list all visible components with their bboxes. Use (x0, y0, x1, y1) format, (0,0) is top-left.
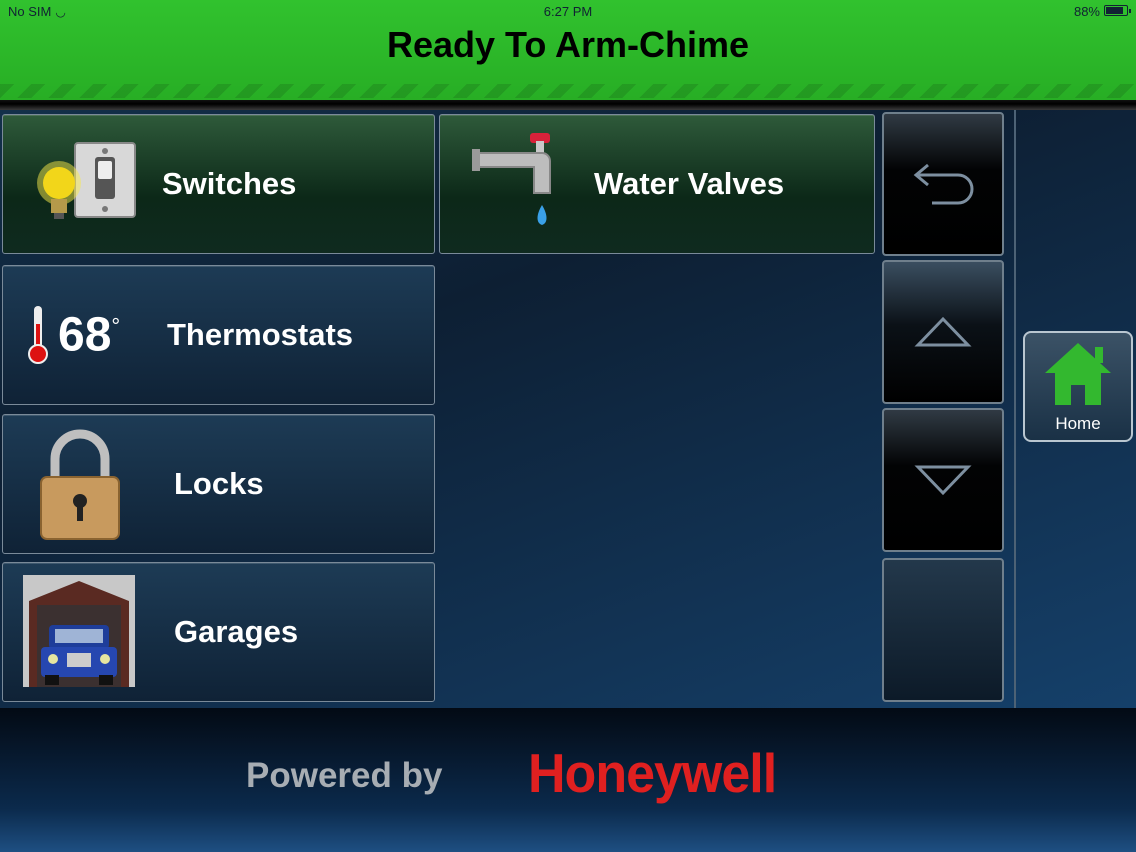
up-triangle-icon (914, 316, 972, 347)
tile-label-switches: Switches (162, 166, 297, 201)
tile-switches[interactable]: Switches (2, 114, 435, 254)
scroll-down-button[interactable] (882, 408, 1004, 552)
status-time: 6:27 PM (543, 4, 593, 19)
main-panel: Switches 68° Thermostats Locks Garages W… (0, 110, 1136, 708)
scroll-up-button[interactable] (882, 260, 1004, 404)
tile-label-thermostats: Thermostats (167, 317, 354, 352)
padlock-icon (40, 429, 120, 540)
back-button[interactable] (882, 112, 1004, 256)
light-switch-icon (37, 142, 136, 219)
faucet-icon (472, 133, 551, 225)
tile-thermostats[interactable]: 68° Thermostats (2, 265, 435, 405)
tile-locks[interactable]: Locks (2, 414, 435, 554)
panel-divider (1014, 110, 1016, 708)
page-title: Ready To Arm-Chime (386, 24, 750, 65)
thermometer-icon (28, 306, 48, 364)
tile-label-water-valves: Water Valves (594, 166, 785, 201)
home-button[interactable]: Home (1023, 331, 1133, 442)
battery-percent: 88% (1073, 4, 1100, 19)
back-arrow-icon (913, 163, 974, 205)
tile-label-garages: Garages (174, 614, 299, 649)
tile-water-valves[interactable]: Water Valves (439, 114, 875, 254)
house-icon (1045, 343, 1111, 405)
header-divider (0, 100, 1136, 110)
tile-garages[interactable]: Garages (2, 562, 435, 702)
tile-label-locks: Locks (174, 466, 264, 501)
header-bar: No SIM ◡ 6:27 PM 88% Ready To Arm-Chime (0, 0, 1136, 104)
down-triangle-icon (914, 465, 972, 496)
footer: Powered by Honeywell (0, 708, 1136, 852)
garage-car-icon (23, 575, 135, 687)
home-label: Home (1055, 414, 1101, 433)
empty-side-button (882, 558, 1004, 702)
temperature-value: 68° (58, 308, 121, 362)
battery-icon (1104, 5, 1131, 16)
powered-by-text: Powered by (246, 756, 443, 795)
honeywell-logo: Honeywell (528, 743, 777, 805)
